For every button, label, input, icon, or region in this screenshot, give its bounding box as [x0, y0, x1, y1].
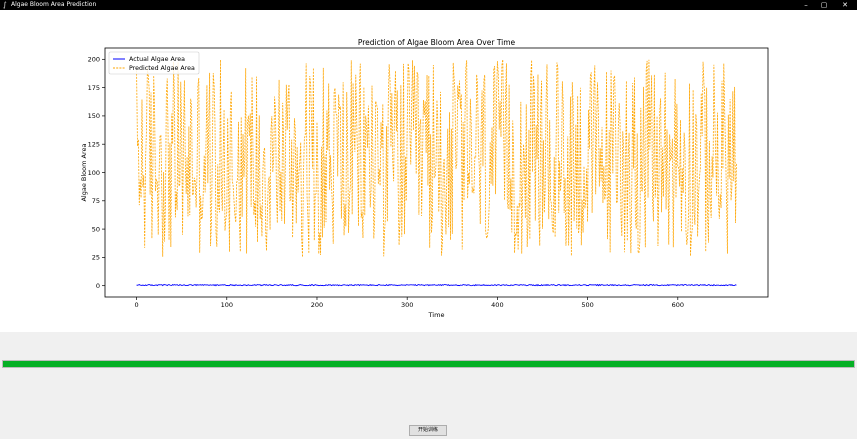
- y-tick-label: 25: [92, 254, 100, 262]
- x-axis-label: Time: [428, 311, 445, 319]
- chart-title: Prediction of Algae Bloom Area Over Time: [358, 38, 516, 47]
- line-chart: Prediction of Algae Bloom Area Over Time…: [80, 38, 769, 319]
- feather-icon: ∫: [3, 1, 7, 9]
- y-tick-label: 0: [96, 282, 100, 290]
- x-tick-label: 200: [311, 301, 323, 309]
- window-title: Algae Bloom Area Prediction: [11, 1, 97, 8]
- progress-fill: [3, 361, 854, 367]
- title-bar: ∫ Algae Bloom Area Prediction – ▢ ✕: [0, 0, 857, 10]
- x-tick-label: 400: [491, 301, 503, 309]
- series-actual-line: [136, 283, 737, 287]
- chart-figure: Prediction of Algae Bloom Area Over Time…: [0, 10, 857, 332]
- start-training-button[interactable]: 开始训练: [409, 425, 447, 436]
- y-axis-label: Algae Bloom Area: [80, 143, 88, 201]
- y-tick-label: 150: [88, 112, 100, 120]
- y-tick-label: 50: [92, 225, 100, 233]
- legend-actual-label: Actual Algae Area: [129, 56, 185, 63]
- x-tick-label: 600: [672, 301, 684, 309]
- y-tick-label: 100: [88, 169, 100, 177]
- legend-predicted-label: Predicted Algae Area: [129, 65, 195, 72]
- training-progress-bar: [2, 360, 855, 368]
- x-tick-label: 300: [401, 301, 413, 309]
- minimize-button[interactable]: –: [797, 0, 815, 10]
- series-predicted-line: [136, 59, 737, 258]
- x-tick-label: 500: [581, 301, 593, 309]
- maximize-button[interactable]: ▢: [815, 0, 833, 10]
- close-button[interactable]: ✕: [836, 0, 854, 10]
- y-tick-label: 75: [92, 197, 100, 205]
- y-tick-label: 125: [88, 141, 100, 149]
- y-tick-label: 200: [88, 56, 100, 64]
- y-tick-label: 175: [88, 84, 100, 92]
- x-tick-label: 100: [221, 301, 233, 309]
- x-tick-label: 0: [135, 301, 139, 309]
